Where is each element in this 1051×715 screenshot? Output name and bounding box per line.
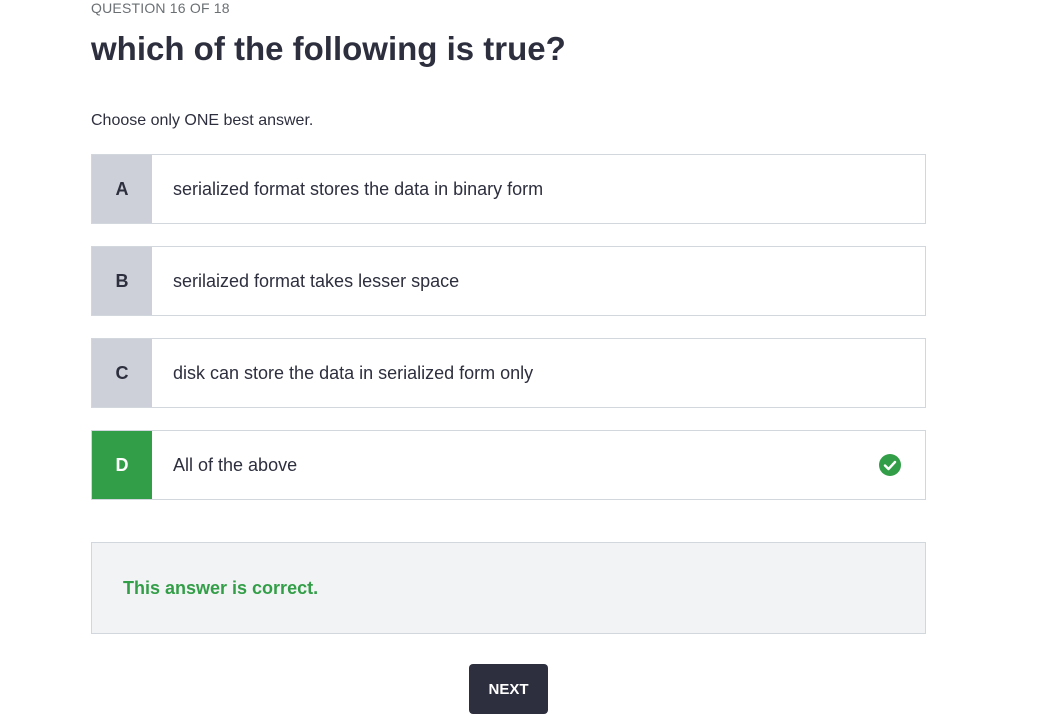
question-instruction: Choose only ONE best answer.	[91, 112, 314, 129]
answer-option-a[interactable]: A serialized format stores the data in b…	[91, 154, 926, 224]
question-title: which of the following is true?	[91, 30, 566, 67]
option-letter: B	[92, 247, 152, 315]
answer-feedback: This answer is correct.	[91, 542, 926, 634]
option-letter: C	[92, 339, 152, 407]
next-button[interactable]: NEXT	[469, 664, 548, 714]
option-text: serilaized format takes lesser space	[173, 270, 460, 291]
option-text: All of the above	[173, 454, 298, 475]
answer-option-c[interactable]: C disk can store the data in serialized …	[91, 338, 926, 408]
option-letter: D	[92, 431, 152, 499]
option-text: disk can store the data in serialized fo…	[173, 362, 534, 383]
answer-option-b[interactable]: B serilaized format takes lesser space	[91, 246, 926, 316]
check-circle-icon	[879, 454, 901, 476]
quiz-page: QUESTION 16 OF 18 which of the following…	[0, 0, 1051, 715]
option-letter: A	[92, 155, 152, 223]
answer-option-d[interactable]: D All of the above	[91, 430, 926, 500]
feedback-message: This answer is correct.	[123, 577, 319, 598]
option-text: serialized format stores the data in bin…	[173, 178, 544, 199]
question-counter: QUESTION 16 OF 18	[91, 0, 230, 16]
answer-options: A serialized format stores the data in b…	[91, 154, 926, 522]
